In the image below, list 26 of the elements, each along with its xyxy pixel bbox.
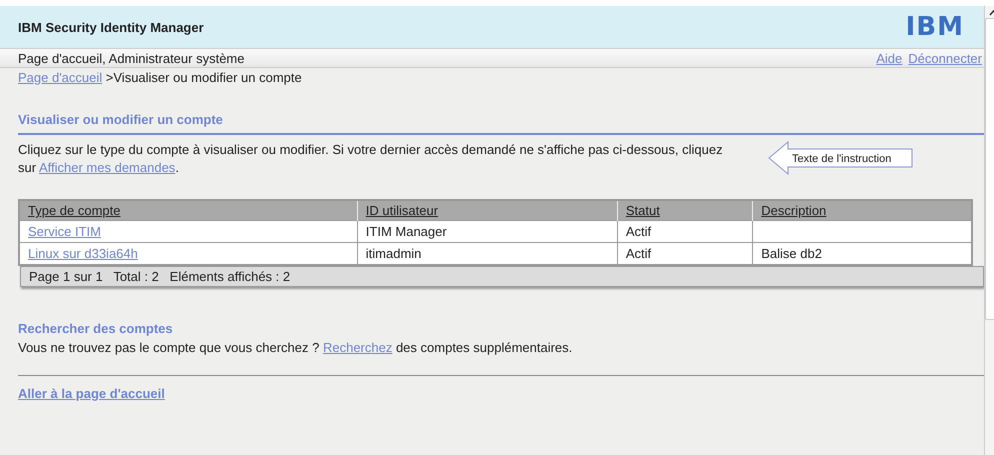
requests-link[interactable]: Afficher mes demandes	[38, 160, 176, 175]
logo: IBM	[906, 12, 964, 42]
column-header[interactable]: Description	[752, 200, 972, 220]
search-link[interactable]: Recherchez	[322, 340, 392, 355]
home-link[interactable]: Aller à la page d'accueil	[18, 386, 165, 401]
table-cell: Balise db2	[752, 242, 972, 265]
instruction-callout: Texte de l'instruction	[768, 141, 913, 175]
pager-bar: Page 1 sur 1 Total : 2 Eléments affichés : 2	[20, 266, 984, 287]
app-title: IBM Security Identity Manager	[18, 20, 204, 34]
instruction-text: Cliquez sur le type du compte à visualiser ou modifier. Si votre dernier accès demandé ne s'affiche pas ci-dessous, cliquez sur Afficher mes demandes.	[18, 141, 724, 177]
section-title: Visualiser ou modifier un compte	[18, 112, 224, 129]
header-link[interactable]: Déconnecter	[908, 50, 982, 66]
user-label: Page d'accueil, Administrateur système	[18, 50, 244, 66]
search-title: Rechercher des comptes	[18, 321, 174, 336]
table-cell: itimadmin	[357, 242, 618, 265]
column-header[interactable]: Statut	[617, 200, 753, 220]
search-text: Vous ne trouvez pas le compte que vous cherchez ? Recherchez des comptes supplémentaires.	[18, 340, 574, 355]
table-cell: ITIM Manager	[357, 220, 618, 242]
breadcrumb-current: >Visualiser ou modifier un compte	[104, 70, 302, 84]
header-link[interactable]: Aide	[876, 50, 902, 66]
table-cell: Actif	[617, 242, 753, 265]
column-header[interactable]: ID utilisateur	[357, 200, 618, 220]
account-link[interactable]: Service ITIM	[28, 224, 101, 239]
breadcrumb-link[interactable]: Page d'accueil	[18, 70, 102, 84]
column-header[interactable]: Type de compte	[19, 200, 358, 220]
table-cell: Actif	[617, 220, 753, 242]
